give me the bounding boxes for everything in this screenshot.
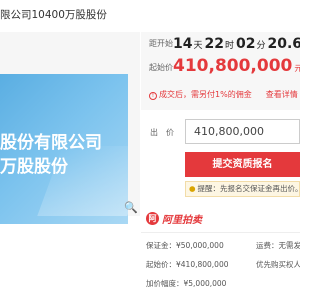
- start-price-info: 起始价：¥410,800,000: [146, 260, 229, 269]
- lightbulb-icon: ●: [189, 184, 196, 193]
- priority-info: 优先购买权人: [256, 260, 300, 269]
- bid-input[interactable]: [185, 119, 300, 144]
- zoom-icon[interactable]: 🔍: [124, 201, 138, 214]
- countdown-hours: 22: [204, 36, 224, 52]
- minutes-unit: 分: [256, 41, 266, 51]
- countdown-timer: 14天 22时 02分 20.6: [173, 33, 300, 52]
- alibaba-auction-logo[interactable]: 阿阿里拍卖: [146, 211, 202, 226]
- commission-notice: !成交后，需另付1%的佣金查看详情 ›: [149, 89, 300, 100]
- auction-page: 限公司10400万股股份 股份有限公司 万股股份 🔍 距开始 14天 22时 02分…: [0, 0, 300, 300]
- banner-text-line2: 万股股份: [0, 157, 68, 177]
- logo-mark: 阿: [146, 212, 159, 225]
- deposit-info: 保证金：¥50,000,000: [146, 241, 224, 250]
- starting-price-value: 410,800,000: [173, 56, 293, 76]
- page-title: 限公司10400万股股份: [0, 9, 107, 21]
- bid-label: 出 价: [150, 128, 174, 137]
- starting-price-label: 起始价: [149, 63, 173, 72]
- banner-text-line1: 股份有限公司: [0, 133, 102, 153]
- divider: [141, 232, 300, 233]
- days-unit: 天: [193, 41, 203, 51]
- submit-registration-button[interactable]: 提交资质报名: [185, 152, 300, 177]
- commission-text: 成交后，需另付1%的佣金: [159, 90, 252, 99]
- reminder-text: 提醒：先报名交保证金再出价。: [197, 184, 300, 193]
- info-icon: !: [149, 92, 157, 100]
- product-image[interactable]: 股份有限公司 万股股份: [0, 32, 140, 224]
- countdown-seconds: 20.6: [267, 36, 301, 52]
- shipping-info: 运费：无需发: [256, 241, 300, 250]
- reminder-tip: ● 提醒：先报名交保证金再出价。: [185, 181, 300, 197]
- countdown-label: 距开始: [149, 39, 173, 48]
- view-details-link[interactable]: 查看详情: [266, 90, 298, 99]
- price-unit: 元: [294, 64, 300, 73]
- countdown-minutes: 02: [236, 36, 256, 52]
- increment-info: 加价幅度：¥5,000,000: [146, 279, 227, 288]
- hours-unit: 时: [224, 41, 234, 51]
- building-photo: 股份有限公司 万股股份: [0, 74, 128, 224]
- logo-text: 阿里拍卖: [162, 215, 202, 226]
- starting-price: 410,800,000 元: [173, 56, 300, 76]
- countdown-days: 14: [173, 36, 193, 52]
